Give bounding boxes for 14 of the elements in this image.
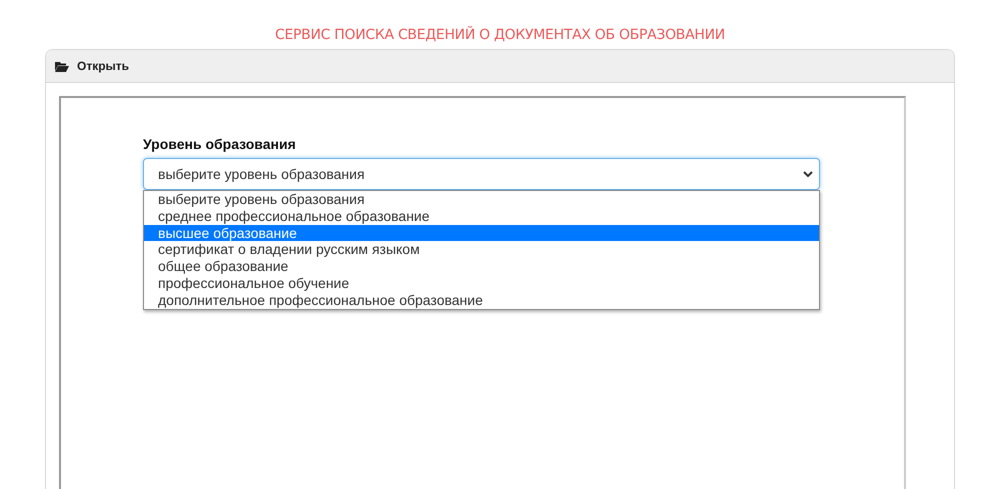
dropdown-option[interactable]: дополнительное профессиональное образование [144, 292, 819, 309]
folder-icon [55, 60, 69, 72]
dropdown-option[interactable]: профессиональное обучение [144, 274, 819, 292]
panel-header[interactable]: Открыть [46, 50, 954, 83]
dropdown-option[interactable]: среднее профессиональное образование [144, 208, 819, 225]
panel-header-text: Открыть [77, 59, 130, 73]
education-level-select[interactable]: выберите уровень образования [143, 158, 820, 190]
dropdown-option[interactable]: сертификат о владении русским языком [144, 241, 819, 258]
field-label: Уровень образования [143, 136, 297, 152]
dropdown-option[interactable]: высшее образование [144, 224, 819, 242]
dropdown-option[interactable]: общее образование [144, 258, 819, 275]
dropdown-option[interactable]: выберите уровень образования [144, 191, 819, 208]
page-title: СЕРВИС ПОИСКА СВЕДЕНИЙ О ДОКУМЕНТАХ ОБ ОБРАЗОВАНИИ [275, 27, 725, 45]
chevron-icon [803, 170, 813, 178]
